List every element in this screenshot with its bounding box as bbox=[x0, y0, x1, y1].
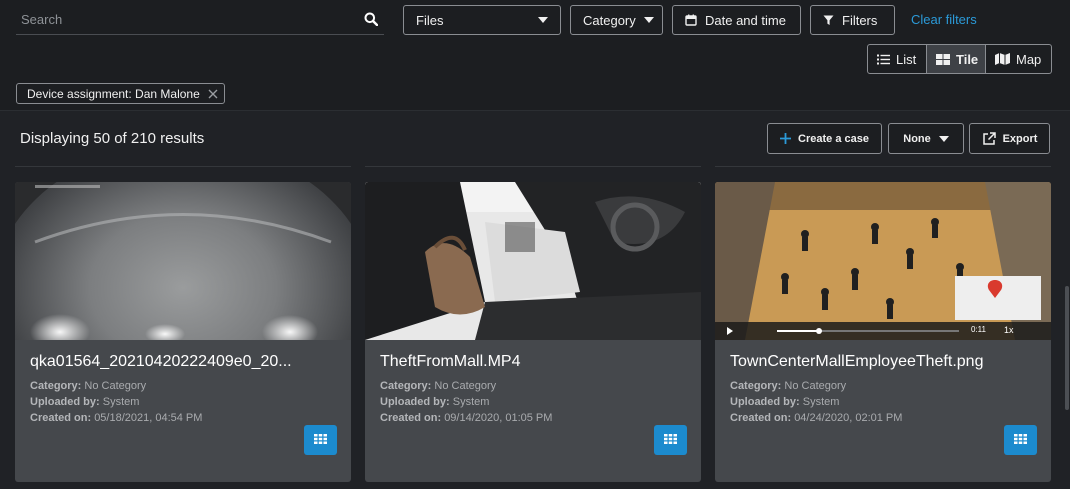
card-tile-button[interactable] bbox=[304, 425, 337, 455]
category-dropdown[interactable]: Category bbox=[570, 5, 663, 35]
media-thumbnail[interactable]: 0:11 1x bbox=[715, 182, 1051, 340]
player-speed[interactable]: 1x bbox=[1004, 325, 1014, 335]
media-card[interactable]: TheftFromMall.MP4 Category: No Category … bbox=[365, 182, 701, 482]
card-category-label: Category: bbox=[30, 380, 82, 392]
date-time-label: Date and time bbox=[705, 12, 786, 28]
sort-dropdown-value: None bbox=[903, 132, 931, 145]
date-time-button[interactable]: Date and time bbox=[672, 5, 801, 35]
results-count: Displaying 50 of 210 results bbox=[20, 130, 205, 147]
media-card[interactable]: qka01564_20210420222409e0_20... Category… bbox=[15, 182, 351, 482]
map-view-button[interactable]: Map bbox=[986, 44, 1052, 74]
card-category-value: No Category bbox=[434, 380, 497, 392]
grid-icon bbox=[314, 431, 327, 449]
card-created-value: 09/14/2020, 01:05 PM bbox=[444, 412, 553, 424]
card-category-value: No Category bbox=[84, 380, 147, 392]
files-dropdown-label: Files bbox=[416, 12, 444, 28]
card-category: Category: No Category bbox=[380, 380, 496, 392]
scrollbar[interactable] bbox=[1064, 169, 1070, 489]
filter-chip-label: Device assignment: Dan Malone bbox=[27, 86, 200, 101]
list-view-label: List bbox=[896, 51, 917, 67]
card-category-label: Category: bbox=[380, 380, 432, 392]
card-uploaded: Uploaded by: System bbox=[380, 396, 489, 408]
export-button[interactable]: Export bbox=[969, 123, 1050, 154]
search-input[interactable] bbox=[16, 11, 358, 27]
card-created: Created on: 05/18/2021, 04:54 PM bbox=[30, 412, 202, 424]
export-icon bbox=[982, 131, 996, 146]
close-icon[interactable] bbox=[208, 89, 218, 99]
card-created-label: Created on: bbox=[380, 412, 442, 424]
card-category: Category: No Category bbox=[30, 380, 146, 392]
chevron-down-icon bbox=[938, 135, 949, 142]
calendar-icon bbox=[685, 14, 697, 26]
card-uploaded-value: System bbox=[452, 396, 490, 408]
card-created-label: Created on: bbox=[30, 412, 92, 424]
media-card[interactable]: 0:11 1x TownCenterMallEmployeeTheft.png … bbox=[715, 182, 1051, 482]
map-view-label: Map bbox=[1016, 51, 1042, 67]
export-label: Export bbox=[1002, 132, 1038, 145]
category-dropdown-label: Category bbox=[583, 12, 636, 28]
search-icon[interactable] bbox=[358, 12, 384, 26]
scrollbar-thumb[interactable] bbox=[1065, 286, 1069, 410]
chevron-down-icon bbox=[538, 17, 548, 23]
card-uploaded-value: System bbox=[102, 396, 140, 408]
card-uploaded-label: Uploaded by: bbox=[30, 396, 100, 408]
view-toggle: List Tile Map bbox=[867, 44, 1052, 74]
card-category-value: No Category bbox=[784, 380, 847, 392]
list-view-button[interactable]: List bbox=[867, 44, 927, 74]
results-panel: Displaying 50 of 210 results Create a ca… bbox=[0, 110, 1070, 489]
divider bbox=[15, 166, 351, 167]
card-category-label: Category: bbox=[730, 380, 782, 392]
card-tile-button[interactable] bbox=[1004, 425, 1037, 455]
create-case-button[interactable]: Create a case bbox=[767, 123, 882, 154]
grid-icon bbox=[664, 431, 677, 449]
list-icon bbox=[877, 54, 890, 65]
create-case-label: Create a case bbox=[798, 132, 869, 145]
card-uploaded: Uploaded by: System bbox=[30, 396, 139, 408]
filters-button[interactable]: Filters bbox=[810, 5, 895, 35]
chevron-down-icon bbox=[643, 17, 654, 23]
card-tile-button[interactable] bbox=[654, 425, 687, 455]
tile-view-label: Tile bbox=[956, 51, 979, 67]
clear-filters-link[interactable]: Clear filters bbox=[911, 12, 977, 27]
filters-label: Filters bbox=[842, 12, 878, 28]
card-uploaded-label: Uploaded by: bbox=[730, 396, 800, 408]
media-thumbnail[interactable] bbox=[15, 182, 351, 340]
divider bbox=[715, 166, 1051, 167]
tile-icon bbox=[936, 53, 950, 65]
media-thumbnail[interactable] bbox=[365, 182, 701, 340]
card-uploaded-label: Uploaded by: bbox=[380, 396, 450, 408]
divider bbox=[365, 166, 701, 167]
card-category: Category: No Category bbox=[730, 380, 846, 392]
card-created-value: 05/18/2021, 04:54 PM bbox=[94, 412, 203, 424]
card-created: Created on: 09/14/2020, 01:05 PM bbox=[380, 412, 552, 424]
toolbar: Files Category Date and time Filters Cle… bbox=[0, 0, 1070, 110]
card-title[interactable]: TownCenterMallEmployeeTheft.png bbox=[730, 353, 983, 371]
player-time: 0:11 bbox=[971, 325, 986, 334]
card-created-label: Created on: bbox=[730, 412, 792, 424]
filter-chip: Device assignment: Dan Malone bbox=[16, 83, 225, 104]
plus-icon bbox=[780, 133, 792, 144]
tile-view-button[interactable]: Tile bbox=[927, 44, 986, 74]
card-title[interactable]: qka01564_20210420222409e0_20... bbox=[30, 353, 292, 371]
card-uploaded-value: System bbox=[802, 396, 840, 408]
card-created: Created on: 04/24/2020, 02:01 PM bbox=[730, 412, 902, 424]
map-icon bbox=[995, 53, 1010, 65]
filter-icon bbox=[823, 15, 834, 26]
card-title[interactable]: TheftFromMall.MP4 bbox=[380, 353, 520, 371]
card-uploaded: Uploaded by: System bbox=[730, 396, 839, 408]
grid-icon bbox=[1014, 431, 1027, 449]
files-dropdown[interactable]: Files bbox=[403, 5, 561, 35]
search-box bbox=[16, 4, 384, 35]
card-created-value: 04/24/2020, 02:01 PM bbox=[794, 412, 903, 424]
sort-dropdown[interactable]: None bbox=[888, 123, 964, 154]
